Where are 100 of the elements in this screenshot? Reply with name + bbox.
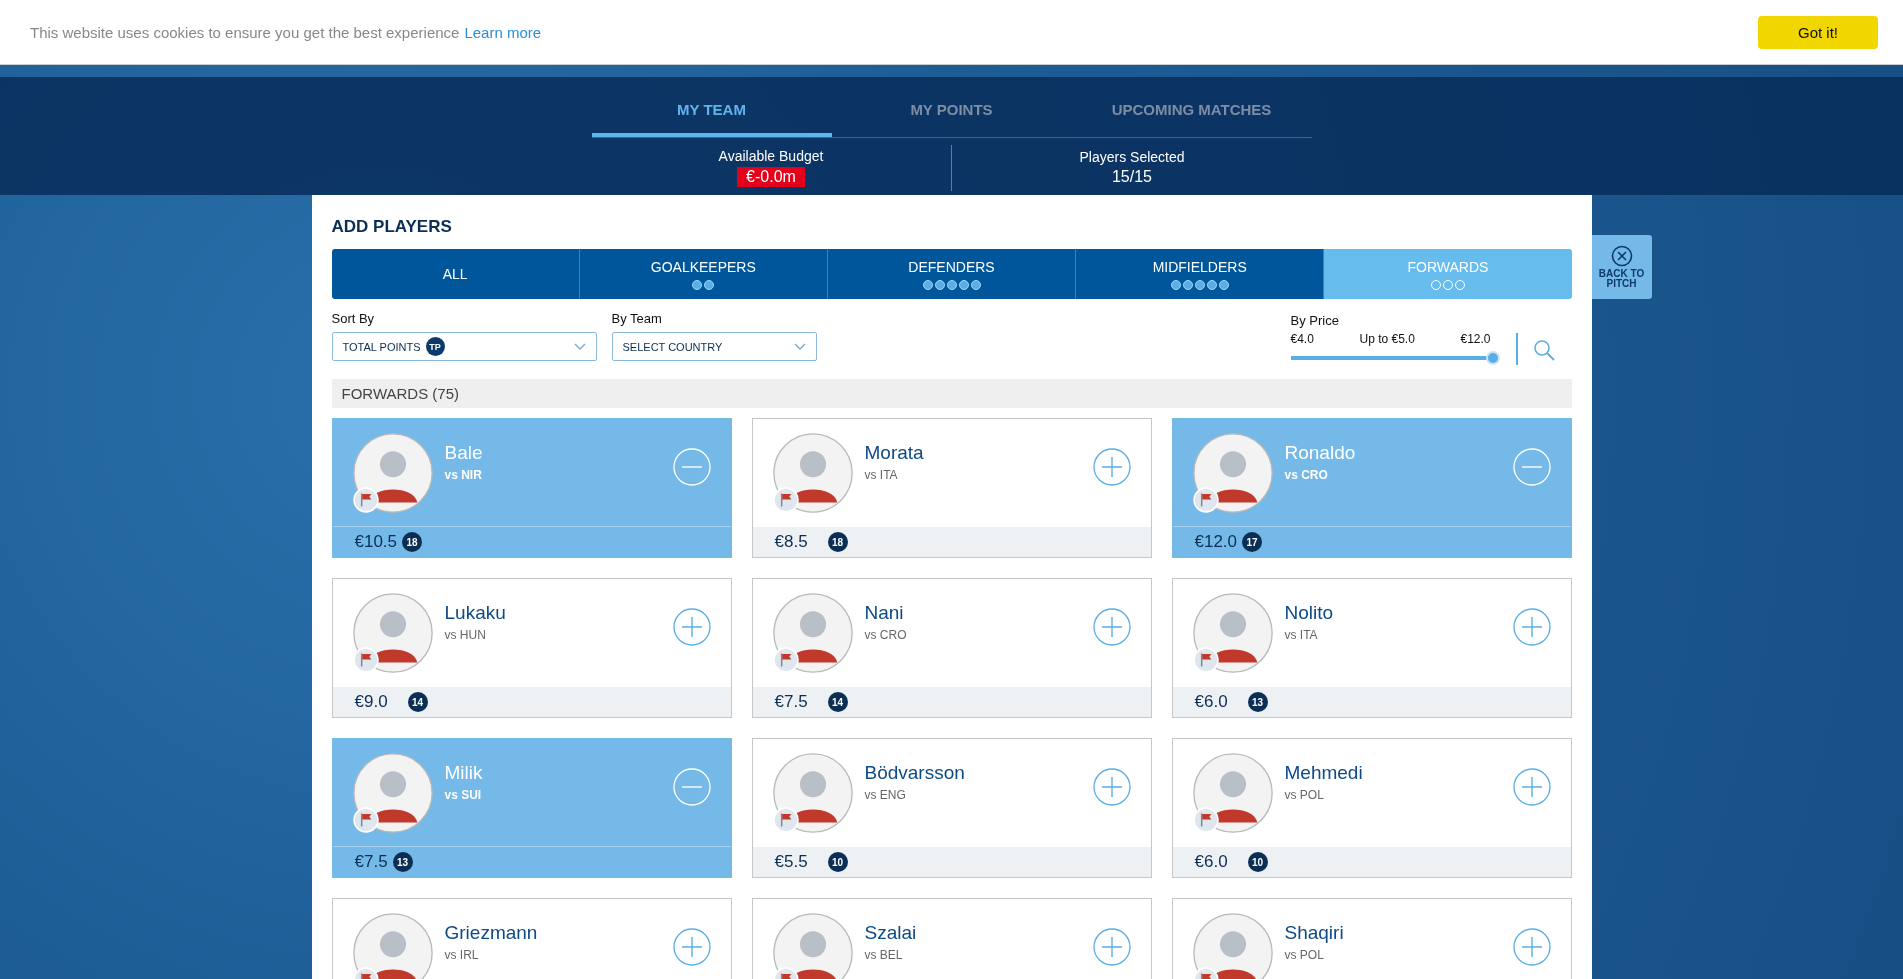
filter-label: Sort By bbox=[331, 311, 376, 326]
player-price: €7.5 bbox=[354, 852, 388, 872]
chevron-icon bbox=[793, 342, 806, 351]
add-icon[interactable] bbox=[672, 928, 711, 966]
player-name: Lukaku bbox=[444, 602, 507, 624]
player-card[interactable]: Mehmedi vs POL €6.0 10 bbox=[1171, 738, 1572, 878]
points-badge: 14 bbox=[827, 692, 848, 712]
player-card[interactable]: Bale vs NIR €10.5 18 bbox=[331, 418, 732, 558]
points-badge: 18 bbox=[402, 532, 423, 552]
flag-icon bbox=[772, 487, 799, 513]
player-name: Griezmann bbox=[444, 922, 539, 944]
add-icon[interactable] bbox=[1092, 448, 1131, 486]
player-price: €10.5 bbox=[354, 532, 398, 552]
player-price: €12.0 bbox=[1194, 532, 1238, 552]
summary-label: Players Selected bbox=[1079, 149, 1185, 165]
filter-label: By Price bbox=[1290, 313, 1340, 328]
points-badge: 14 bbox=[407, 692, 428, 712]
player-card[interactable]: Ronaldo vs CRO €12.0 17 bbox=[1171, 418, 1572, 558]
chevron-icon bbox=[573, 342, 586, 351]
points-badge: 18 bbox=[827, 532, 848, 552]
flag-icon bbox=[1192, 647, 1219, 673]
position-tab[interactable]: MIDFIELDERS bbox=[1076, 249, 1325, 299]
team-dropdown[interactable]: SELECT COUNTRY bbox=[611, 332, 817, 361]
price-max: €12.0 bbox=[1460, 332, 1491, 346]
player-card[interactable]: Milik vs SUI €7.5 13 bbox=[331, 738, 732, 878]
flag-icon bbox=[1192, 486, 1219, 513]
points-badge: 13 bbox=[1247, 692, 1268, 712]
player-name: Bödvarsson bbox=[864, 762, 966, 784]
filter-label: By Team bbox=[611, 311, 663, 326]
position-tab[interactable]: GOALKEEPERS bbox=[579, 249, 828, 299]
search-icon[interactable] bbox=[1532, 339, 1557, 363]
position-tab[interactable]: ALL bbox=[331, 249, 580, 299]
player-card[interactable]: Morata vs ITA €8.5 18 bbox=[751, 418, 1152, 558]
player-price: €6.0 bbox=[1194, 692, 1228, 712]
flag-icon bbox=[772, 807, 799, 833]
player-name: Shaqiri bbox=[1284, 922, 1345, 944]
add-icon[interactable] bbox=[1512, 768, 1551, 806]
nav-tab[interactable]: MY POINTS bbox=[831, 87, 1072, 137]
learn-more-link[interactable]: Learn more bbox=[464, 23, 542, 41]
player-price: €6.0 bbox=[1194, 852, 1228, 872]
player-name: Szalai bbox=[864, 922, 918, 944]
player-card[interactable]: Nolito vs ITA €6.0 13 bbox=[1171, 578, 1572, 718]
opponent-label: vs SUI bbox=[444, 787, 483, 802]
tp-badge: TP bbox=[425, 337, 445, 356]
flag-icon bbox=[1192, 807, 1219, 833]
add-icon[interactable] bbox=[1092, 928, 1131, 966]
player-name: Morata bbox=[864, 442, 925, 464]
summary-label: Available Budget bbox=[718, 148, 824, 164]
flag-icon bbox=[352, 647, 379, 673]
player-price: €8.5 bbox=[774, 532, 808, 552]
sort-by-dropdown[interactable]: TOTAL POINTS TP bbox=[331, 332, 597, 361]
opponent-label: vs CRO bbox=[864, 628, 908, 642]
section-header: FORWARDS (75) bbox=[331, 379, 1572, 408]
opponent-label: vs NIR bbox=[444, 467, 483, 482]
player-name: Nani bbox=[864, 602, 905, 624]
player-card[interactable]: Bödvarsson vs ENG €5.5 10 bbox=[751, 738, 1152, 878]
remove-icon[interactable] bbox=[672, 767, 711, 806]
remove-icon[interactable] bbox=[672, 447, 711, 486]
opponent-label: vs ENG bbox=[864, 788, 907, 802]
got-it-button[interactable]: Got it! bbox=[1758, 15, 1878, 49]
summary-value: 15/15 bbox=[1111, 168, 1152, 186]
slider-thumb[interactable] bbox=[1485, 351, 1500, 365]
points-badge: 13 bbox=[392, 852, 413, 872]
player-card[interactable]: Griezmann vs IRL bbox=[331, 898, 732, 979]
player-card[interactable]: Nani vs CRO €7.5 14 bbox=[751, 578, 1152, 718]
player-price: €7.5 bbox=[774, 692, 808, 712]
player-name: Bale bbox=[444, 441, 484, 464]
points-badge: 10 bbox=[1247, 852, 1268, 872]
position-tab[interactable]: DEFENDERS bbox=[827, 249, 1077, 299]
player-name: Milik bbox=[444, 761, 484, 784]
flag-icon bbox=[772, 647, 799, 673]
opponent-label: vs BEL bbox=[864, 948, 904, 962]
opponent-label: vs ITA bbox=[1284, 628, 1319, 642]
opponent-label: vs HUN bbox=[444, 628, 487, 642]
flag-icon bbox=[352, 486, 379, 513]
player-card[interactable]: Szalai vs BEL bbox=[751, 898, 1152, 979]
opponent-label: vs IRL bbox=[444, 948, 480, 962]
player-price: €5.5 bbox=[774, 852, 808, 872]
add-icon[interactable] bbox=[1512, 608, 1551, 646]
panel-title: ADD PLAYERS bbox=[331, 217, 453, 237]
back-to-pitch-button[interactable]: BACK TO PITCH bbox=[1591, 235, 1652, 299]
player-price: €9.0 bbox=[354, 692, 388, 712]
cookie-message: This website uses cookies to ensure you get the best experience bbox=[30, 23, 460, 41]
player-name: Ronaldo bbox=[1284, 441, 1357, 464]
opponent-label: vs POL bbox=[1284, 788, 1325, 802]
price-current: Up to €5.0 bbox=[1359, 332, 1415, 346]
close-icon bbox=[1610, 244, 1633, 267]
add-icon[interactable] bbox=[1092, 608, 1131, 646]
player-card[interactable]: Lukaku vs HUN €9.0 14 bbox=[331, 578, 732, 718]
flag-icon bbox=[352, 806, 379, 833]
add-icon[interactable] bbox=[1512, 928, 1551, 966]
points-badge: 10 bbox=[827, 852, 848, 872]
budget-value: €-0.0m bbox=[737, 167, 805, 187]
opponent-label: vs ITA bbox=[864, 468, 899, 482]
nav-tab[interactable]: UPCOMING MATCHES bbox=[1071, 87, 1312, 137]
player-name: Mehmedi bbox=[1284, 762, 1364, 784]
remove-icon[interactable] bbox=[1512, 447, 1551, 486]
player-card[interactable]: Shaqiri vs POL bbox=[1171, 898, 1572, 979]
add-icon[interactable] bbox=[1092, 768, 1131, 806]
add-icon[interactable] bbox=[672, 608, 711, 646]
